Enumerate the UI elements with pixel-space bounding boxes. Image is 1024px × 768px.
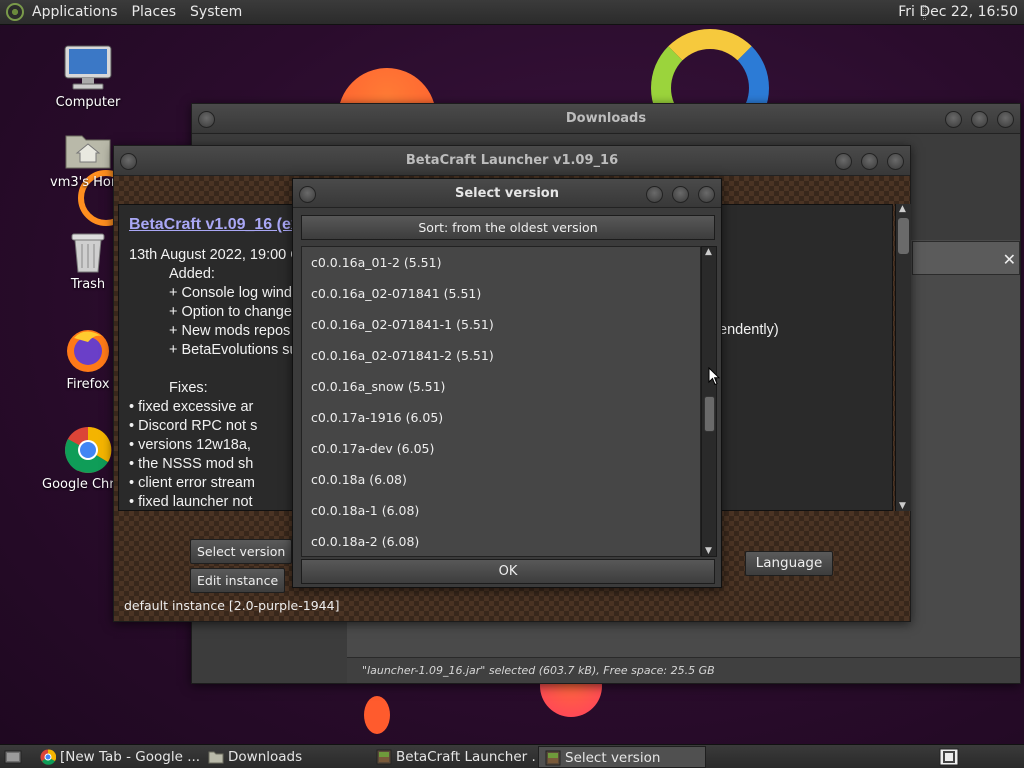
version-item[interactable]: c0.0.17a-dev (6.05): [302, 433, 700, 464]
select-version-title: Select version: [455, 186, 559, 201]
menu-places[interactable]: Places: [132, 4, 177, 20]
trash-icon: [71, 233, 105, 273]
maximize-button[interactable]: [971, 111, 988, 128]
downloads-status-bar: "launcher-1.09_16.jar" selected (603.7 k…: [347, 657, 1020, 683]
minimize-button[interactable]: [835, 153, 852, 170]
close-button[interactable]: [887, 153, 904, 170]
maximize-button[interactable]: [672, 186, 689, 203]
scroll-thumb[interactable]: [898, 218, 909, 254]
desktop-icon-computer[interactable]: Computer: [42, 44, 134, 110]
bottom-taskbar: [New Tab - Google ... Downloads BetaCraf…: [0, 744, 1024, 768]
scroll-down-icon[interactable]: ▼: [705, 546, 712, 556]
close-button[interactable]: [997, 111, 1014, 128]
computer-icon: [64, 45, 112, 90]
task-chrome[interactable]: [New Tab - Google ...: [34, 746, 200, 768]
chrome-icon: [40, 749, 56, 765]
version-item[interactable]: c0.0.18a-2 (6.08): [302, 526, 700, 556]
version-item[interactable]: c0.0.18a (6.08): [302, 464, 700, 495]
language-button[interactable]: Language: [745, 551, 833, 576]
chrome-icon: [65, 426, 112, 473]
task-select-version[interactable]: Select version: [538, 746, 706, 768]
firefox-icon: [67, 330, 109, 372]
edit-instance-button[interactable]: Edit instance: [190, 568, 286, 593]
mouse-pointer-icon: [708, 367, 720, 386]
show-desktop-icon[interactable]: [4, 749, 22, 765]
task-betacraft-launcher[interactable]: BetaCraft Launcher ...: [370, 746, 536, 768]
java-icon: [376, 749, 392, 765]
launcher-titlebar[interactable]: BetaCraft Launcher v1.09_16: [114, 146, 910, 176]
home-folder-icon: [65, 135, 111, 169]
version-item[interactable]: c0.0.17a-1916 (6.05): [302, 402, 700, 433]
task-label: BetaCraft Launcher ...: [396, 749, 536, 765]
window-menu-button[interactable]: [198, 111, 215, 128]
wallpaper-circle: [364, 696, 390, 734]
launcher-title: BetaCraft Launcher v1.09_16: [405, 153, 619, 168]
task-label: [New Tab - Google ...: [60, 749, 200, 765]
menu-applications[interactable]: Applications: [32, 4, 118, 20]
menu-system[interactable]: System: [190, 4, 242, 20]
version-item[interactable]: c0.0.16a_02-071841-1 (5.51): [302, 309, 700, 340]
task-label: Downloads: [228, 749, 303, 765]
version-list[interactable]: c0.0.16a_01-2 (5.51) c0.0.16a_02-071841 …: [301, 246, 701, 557]
distro-logo-icon[interactable]: [6, 3, 24, 21]
scroll-up-icon[interactable]: ▲: [899, 204, 906, 214]
scroll-up-icon[interactable]: ▲: [705, 247, 712, 257]
changelog-line-tail: endently): [719, 322, 779, 338]
downloads-title: Downloads: [565, 111, 647, 126]
select-version-titlebar[interactable]: Select version: [293, 179, 721, 208]
top-panel: Applications Places System Fri Dec 22, 1…: [0, 0, 1024, 25]
version-item[interactable]: c0.0.16a_02-071841 (5.51): [302, 278, 700, 309]
scroll-down-icon[interactable]: ▼: [899, 501, 906, 511]
ok-button[interactable]: OK: [301, 559, 715, 584]
instance-label: default instance [2.0-purple-1944]: [124, 598, 340, 613]
close-icon[interactable]: ✕: [1003, 250, 1016, 269]
downloads-search-bar[interactable]: ✕: [912, 241, 1020, 275]
downloads-titlebar[interactable]: Downloads: [192, 104, 1020, 134]
select-version-dialog: Select version Sort: from the oldest ver…: [292, 178, 722, 588]
clock[interactable]: Fri Dec 22, 16:50: [898, 4, 1018, 20]
maximize-button[interactable]: [861, 153, 878, 170]
java-icon: [545, 750, 561, 766]
task-downloads[interactable]: Downloads: [202, 746, 368, 768]
folder-icon: [208, 751, 224, 764]
version-item[interactable]: c0.0.16a_02-071841-2 (5.51): [302, 340, 700, 371]
scroll-thumb[interactable]: [704, 396, 715, 432]
minimize-button[interactable]: [646, 186, 663, 203]
version-item[interactable]: c0.0.16a_snow (5.51): [302, 371, 700, 402]
version-item[interactable]: c0.0.18a-1 (6.08): [302, 495, 700, 526]
sort-order-button[interactable]: Sort: from the oldest version: [301, 215, 715, 240]
version-item[interactable]: c0.0.16a_01-2 (5.51): [302, 247, 700, 278]
workspace-switcher-icon[interactable]: [939, 748, 959, 766]
close-button[interactable]: [698, 186, 715, 203]
window-menu-button[interactable]: [120, 153, 137, 170]
version-list-scrollbar[interactable]: ▲ ▼: [701, 246, 717, 557]
window-menu-button[interactable]: [299, 186, 316, 203]
minimize-button[interactable]: [945, 111, 962, 128]
select-version-button[interactable]: Select version: [190, 539, 293, 564]
changelog-scrollbar[interactable]: ▲ ▼: [895, 204, 911, 511]
task-label: Select version: [565, 750, 661, 766]
